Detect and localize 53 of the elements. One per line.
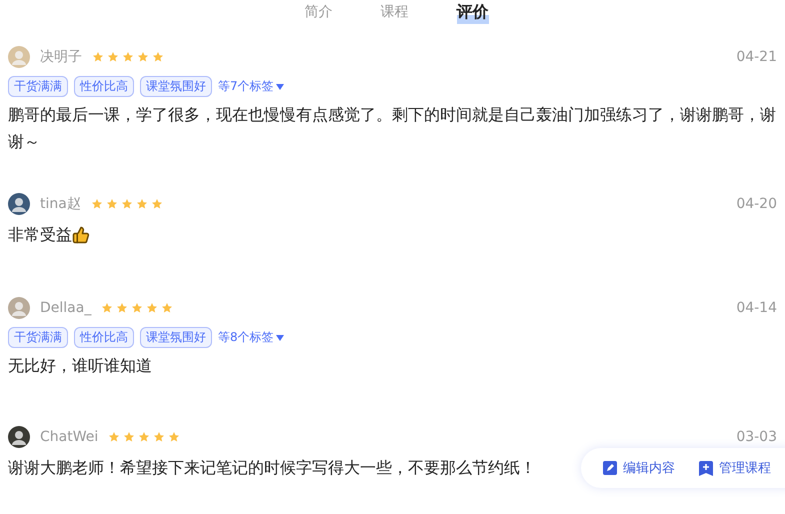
more-tags-link[interactable]: 等8个标签 [218,329,274,346]
user-name: 决明子 [40,48,82,66]
avatar [8,193,30,215]
edit-button[interactable]: 编辑内容 [603,459,675,477]
avatar [8,297,30,319]
star-icon [123,431,136,443]
tab[interactable]: 评价 [456,2,488,24]
tab[interactable]: 课程 [380,2,408,24]
avatar [8,46,30,68]
star-icon [152,51,164,63]
star-icon [122,51,134,63]
caret-icon [276,84,284,90]
star-icon [120,198,133,210]
star-icon [136,198,148,210]
star-icon [92,51,104,63]
review-text: 无比好，谁听谁知道 [8,355,152,377]
more-tags-link[interactable]: 等7个标签 [218,78,274,95]
tab[interactable]: 简介 [304,2,332,24]
star-icon [131,302,144,314]
user-name: Dellaa_ [40,300,92,316]
star-icon [108,431,120,443]
star-icon [146,302,158,314]
star-icon [153,431,166,443]
user-name: tina赵 [40,195,81,213]
plus-icon [699,460,713,476]
manage-button[interactable]: 管理课程 [699,459,771,477]
user-name: ChatWei [40,429,98,445]
star-icon [116,302,128,314]
star-icon [137,51,149,63]
avatar [8,426,30,448]
review-text: 鹏哥的最后一课，学了很多，现在也慢慢有点感觉了。剩下的时间就是自己轰油门加强练习了，谢谢鹏哥，谢谢～ [8,104,777,153]
review-text: 非常受益 [8,224,72,246]
review-date: 04-20 [736,196,777,212]
edit-icon [603,461,617,475]
star-icon [168,431,180,443]
review-date: 04-21 [736,49,777,65]
review-text: 谢谢大鹏老师！希望接下来记笔记的时候字写得大一些，不要那么节约纸！ [8,457,536,479]
star-icon [107,51,119,63]
tag: 干货满满 [8,76,68,97]
review-date: 04-14 [736,300,777,316]
star-icon [90,198,103,210]
star-icon [138,431,150,443]
star-icon [150,198,163,210]
star-icon [101,302,114,314]
tag: 性价比高 [74,76,134,97]
tag: 课堂氛围好 [140,76,212,97]
tag: 干货满满 [8,327,68,348]
tag: 性价比高 [74,327,134,348]
star-icon [106,198,118,210]
caret-icon [276,334,284,340]
star-icon [161,302,174,314]
review-date: 03-03 [736,429,777,445]
tag: 课堂氛围好 [140,327,212,348]
